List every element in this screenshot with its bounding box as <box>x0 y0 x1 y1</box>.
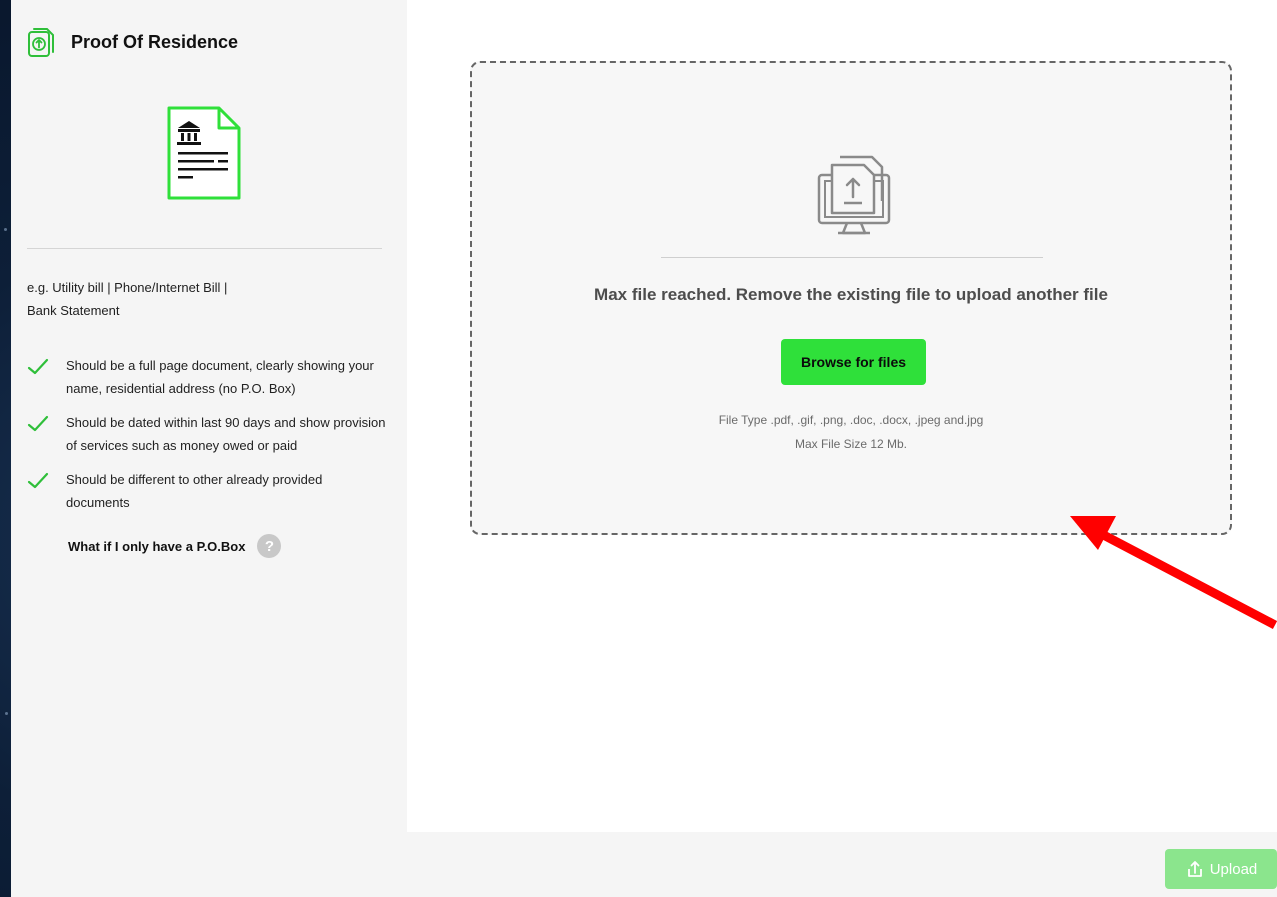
help-icon[interactable]: ? <box>257 534 282 558</box>
footer-bar <box>11 832 1277 897</box>
bank-document-icon <box>167 106 241 200</box>
max-file-message: Max file reached. Remove the existing fi… <box>594 285 1108 304</box>
background-star <box>4 228 7 231</box>
check-icon <box>27 358 49 375</box>
check-icon <box>27 472 49 489</box>
check-icon <box>27 415 49 432</box>
section-title: Proof Of Residence <box>71 31 239 52</box>
max-file-size-info: Max File Size 12 Mb. <box>794 437 908 451</box>
requirements-panel: Proof Of Residence e.g. Utility bill | P… <box>11 0 407 832</box>
annotation-arrow <box>1070 516 1277 629</box>
examples-line: e.g. Utility bill | Phone/Internet Bill … <box>27 280 228 295</box>
upload-label: Upload <box>1209 860 1258 878</box>
monitor-upload-icon <box>817 155 891 235</box>
requirement-item: Should be dated within last 90 days and … <box>27 411 397 457</box>
requirements-list: Should be a full page document, clearly … <box>27 354 397 525</box>
requirement-text: Should be a full page document, clearly … <box>66 358 374 396</box>
requirement-item: Should be different to other already pro… <box>27 468 397 514</box>
pobox-question[interactable]: What if I only have a P.O.Box <box>68 539 245 554</box>
section-header: Proof Of Residence <box>27 26 238 58</box>
examples-line: Bank Statement <box>27 303 120 318</box>
dropzone-divider <box>661 257 1043 258</box>
divider <box>27 248 382 249</box>
upload-button[interactable]: Upload <box>1165 849 1277 889</box>
upload-document-icon <box>28 28 54 57</box>
file-type-info: File Type .pdf, .gif, .png, .doc, .docx,… <box>718 413 984 427</box>
requirement-text: Should be dated within last 90 days and … <box>66 415 386 453</box>
background-star <box>5 712 8 715</box>
requirement-item: Should be a full page document, clearly … <box>27 354 397 400</box>
document-examples: e.g. Utility bill | Phone/Internet Bill … <box>27 276 327 322</box>
pobox-help[interactable]: What if I only have a P.O.Box ? <box>68 534 282 558</box>
requirement-text: Should be different to other already pro… <box>66 472 323 510</box>
file-dropzone[interactable]: Max file reached. Remove the existing fi… <box>470 61 1232 535</box>
browse-files-button[interactable]: Browse for files <box>781 339 926 385</box>
upload-icon <box>1187 861 1202 877</box>
